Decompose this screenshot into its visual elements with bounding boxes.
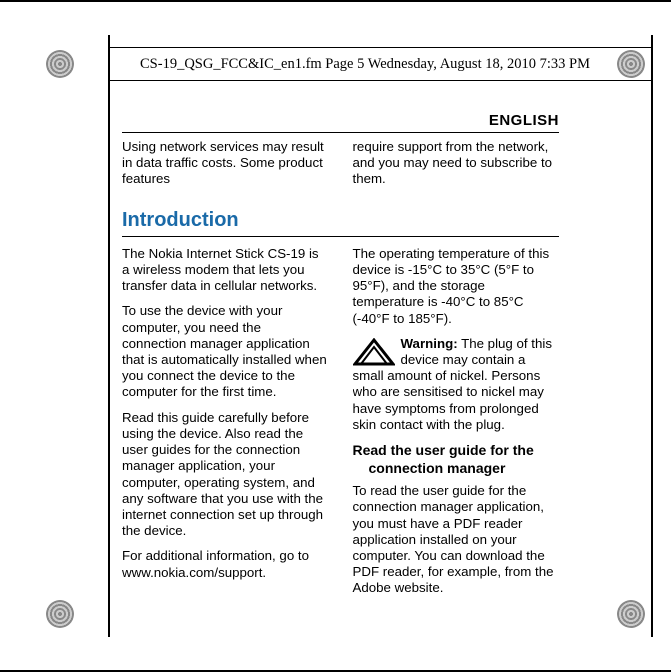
section-rule [122, 236, 559, 237]
crop-mark-right [651, 35, 653, 637]
body-paragraph: The operating temperature of this device… [353, 246, 560, 327]
crop-mark-top [0, 0, 671, 2]
warning-label: Warning: [401, 336, 458, 351]
page-info-text: CS-19_QSG_FCC&IC_en1.fm Page 5 Wednesday… [140, 56, 590, 73]
body-col1: The Nokia Internet Stick CS-19 is a wire… [122, 246, 329, 606]
preamble-text-left: Using network services may result in dat… [122, 139, 329, 188]
body-col2: The operating temperature of this device… [353, 246, 560, 606]
registration-mark-icon [46, 50, 74, 78]
warning-triangle-icon [353, 338, 395, 368]
section-title: Introduction [122, 209, 559, 232]
page-info-bar: CS-19_QSG_FCC&IC_en1.fm Page 5 Wednesday… [108, 47, 653, 81]
body-columns: The Nokia Internet Stick CS-19 is a wire… [122, 246, 559, 606]
body-paragraph: For additional information, go to www.no… [122, 548, 329, 580]
body-paragraph: To read the user guide for the connectio… [353, 483, 560, 597]
crop-mark-left [108, 35, 110, 637]
body-paragraph: Read this guide carefully before using t… [122, 410, 329, 540]
document-page: ENGLISH Using network services may resul… [122, 112, 559, 612]
preamble-col1: Using network services may result in dat… [122, 139, 329, 197]
body-paragraph: The Nokia Internet Stick CS-19 is a wire… [122, 246, 329, 295]
preamble-text-right: require support from the network, and yo… [353, 139, 560, 188]
preamble-col2: require support from the network, and yo… [353, 139, 560, 197]
registration-mark-icon [617, 600, 645, 628]
registration-mark-icon [46, 600, 74, 628]
preamble-columns: Using network services may result in dat… [122, 139, 559, 197]
warning-block: Warning: The plug of this device may con… [353, 336, 560, 433]
language-header: ENGLISH [122, 112, 559, 133]
subheading: Read the user guide for the connection m… [353, 442, 560, 477]
body-paragraph: To use the device with your computer, yo… [122, 303, 329, 400]
